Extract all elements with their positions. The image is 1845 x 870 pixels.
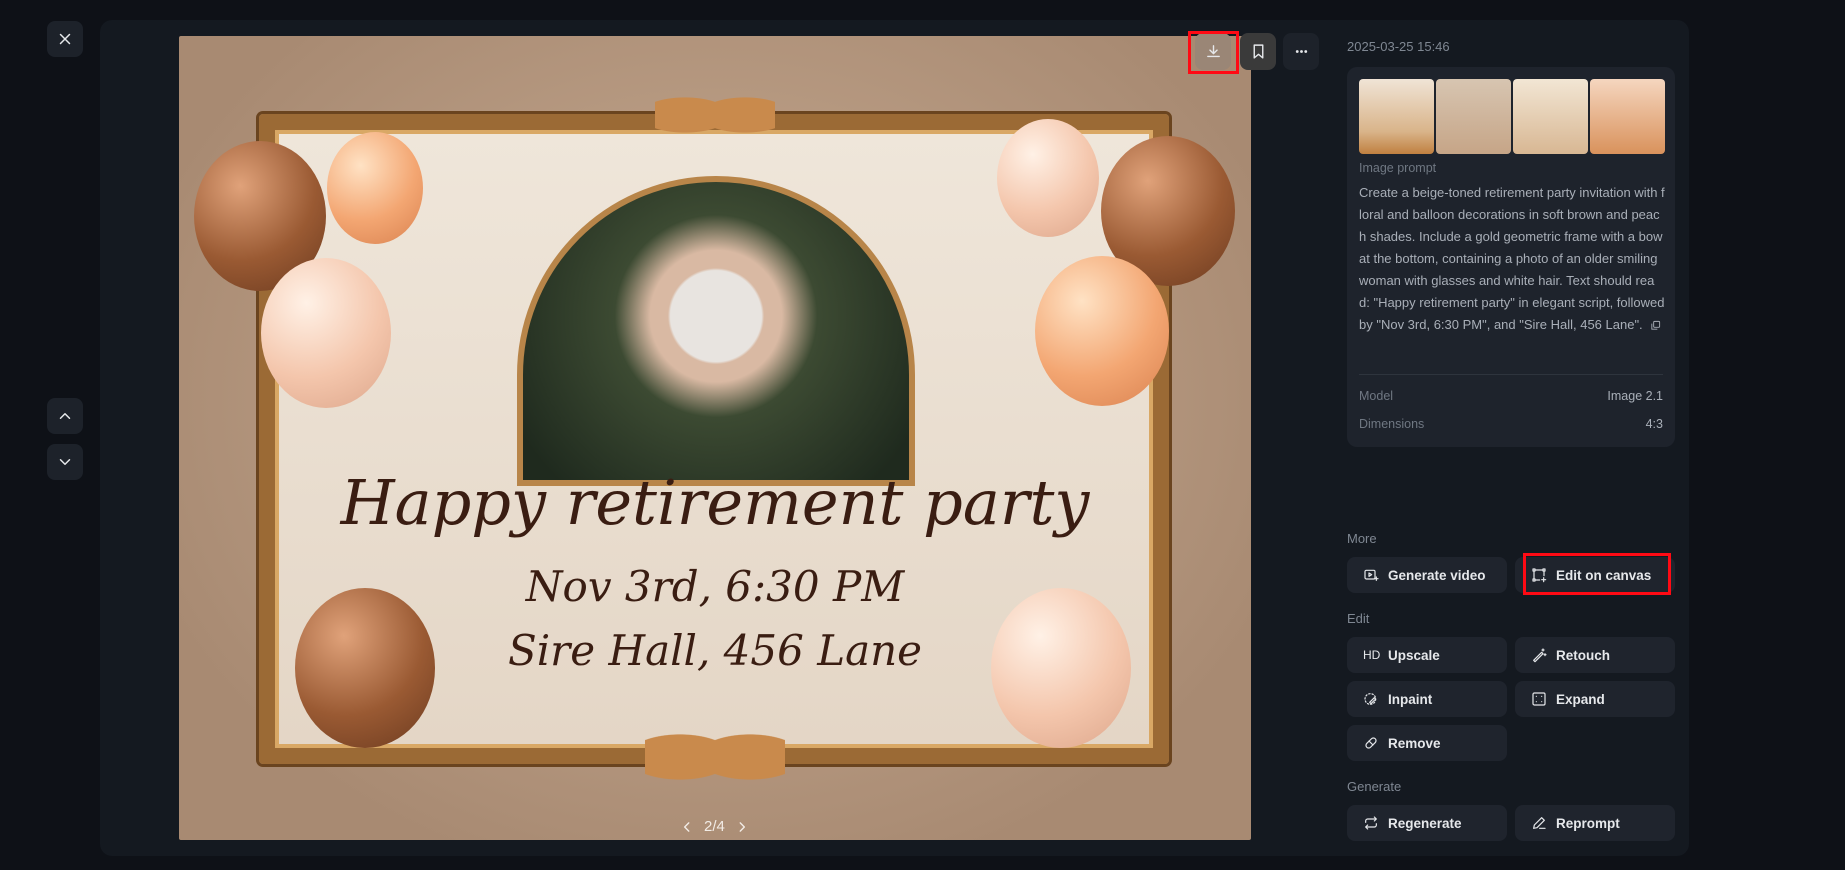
invitation-headline: Happy retirement party <box>340 466 1090 539</box>
prompt-text-content: Create a beige-toned retirement party in… <box>1359 185 1665 332</box>
eraser-icon <box>1365 737 1377 749</box>
expand-label: Expand <box>1556 691 1605 707</box>
generate-video-label: Generate video <box>1388 567 1486 583</box>
inpaint-label: Inpaint <box>1388 691 1433 707</box>
edit-on-canvas-button[interactable]: Edit on canvas <box>1515 557 1675 593</box>
balloon <box>327 132 423 244</box>
expand-frame-icon <box>1532 692 1546 706</box>
remove-label: Remove <box>1388 735 1441 751</box>
more-horizontal-icon <box>1295 50 1307 53</box>
chevron-left-icon[interactable] <box>680 820 694 834</box>
expand-button[interactable]: Expand <box>1515 681 1675 717</box>
more-options-button[interactable] <box>1283 33 1319 70</box>
generated-image[interactable]: Happy retirement party Nov 3rd, 6:30 PM … <box>179 36 1251 840</box>
invitation-date: Nov 3rd, 6:30 PM <box>525 562 905 611</box>
next-image-button[interactable] <box>47 444 83 480</box>
pencil-icon <box>1533 817 1546 829</box>
image-pager: 2/4 <box>680 818 749 835</box>
balloon <box>997 119 1099 237</box>
reprompt-button[interactable]: Reprompt <box>1515 805 1675 841</box>
chevron-up-icon <box>59 413 71 419</box>
close-icon <box>59 33 71 45</box>
copy-icon[interactable] <box>1650 320 1661 331</box>
hd-icon: HD <box>1363 648 1381 662</box>
close-button[interactable] <box>47 21 83 57</box>
section-generate: Generate <box>1347 779 1402 794</box>
dimensions-label: Dimensions <box>1359 417 1425 431</box>
timestamp: 2025-03-25 15:46 <box>1347 39 1450 54</box>
thumbnail-3[interactable] <box>1513 79 1588 154</box>
bookmark-icon <box>1253 44 1263 59</box>
chevron-down-icon <box>59 459 71 465</box>
edit-on-canvas-label: Edit on canvas <box>1556 567 1652 583</box>
balloon <box>261 258 391 408</box>
dimensions-value: 4:3 <box>1645 417 1663 431</box>
thumbnail-2[interactable] <box>1436 79 1511 154</box>
thumbnail-1[interactable] <box>1359 79 1434 154</box>
inpaint-button[interactable]: Inpaint <box>1347 681 1507 717</box>
section-edit: Edit <box>1347 611 1370 626</box>
canvas-transform-icon <box>1532 568 1547 583</box>
thumbnail-strip <box>1359 79 1665 154</box>
previous-image-button[interactable] <box>47 398 83 434</box>
section-more: More <box>1347 531 1377 546</box>
bookmark-button[interactable] <box>1240 33 1276 70</box>
divider <box>1359 374 1663 375</box>
pager-count: 2/4 <box>704 818 725 835</box>
retouch-label: Retouch <box>1556 647 1610 663</box>
image-info-card: Image prompt Create a beige-toned retire… <box>1347 67 1675 447</box>
download-icon <box>1206 45 1220 58</box>
invitation-venue: Sire Hall, 456 Lane <box>507 626 923 675</box>
video-plus-icon <box>1364 569 1379 581</box>
remove-button[interactable]: Remove <box>1347 725 1507 761</box>
upscale-label: Upscale <box>1388 647 1440 663</box>
generate-video-button[interactable]: Generate video <box>1347 557 1507 593</box>
model-value: Image 2.1 <box>1607 389 1663 403</box>
chevron-right-icon[interactable] <box>735 820 749 834</box>
regenerate-label: Regenerate <box>1388 815 1462 831</box>
magic-wand-icon <box>1533 648 1547 663</box>
regenerate-button[interactable]: Regenerate <box>1347 805 1507 841</box>
inpaint-brush-icon <box>1364 693 1377 705</box>
model-label: Model <box>1359 389 1394 403</box>
reprompt-label: Reprompt <box>1556 815 1620 831</box>
upscale-button[interactable]: HD Upscale <box>1347 637 1507 673</box>
repeat-icon <box>1365 816 1377 830</box>
prompt-text: Create a beige-toned retirement party in… <box>1359 182 1665 336</box>
balloon <box>1035 256 1169 406</box>
prompt-label: Image prompt <box>1359 161 1437 175</box>
thumbnail-4[interactable] <box>1590 79 1665 154</box>
retouch-button[interactable]: Retouch <box>1515 637 1675 673</box>
top-bow <box>655 80 775 150</box>
download-button[interactable] <box>1195 33 1231 70</box>
bottom-bow <box>645 712 785 802</box>
